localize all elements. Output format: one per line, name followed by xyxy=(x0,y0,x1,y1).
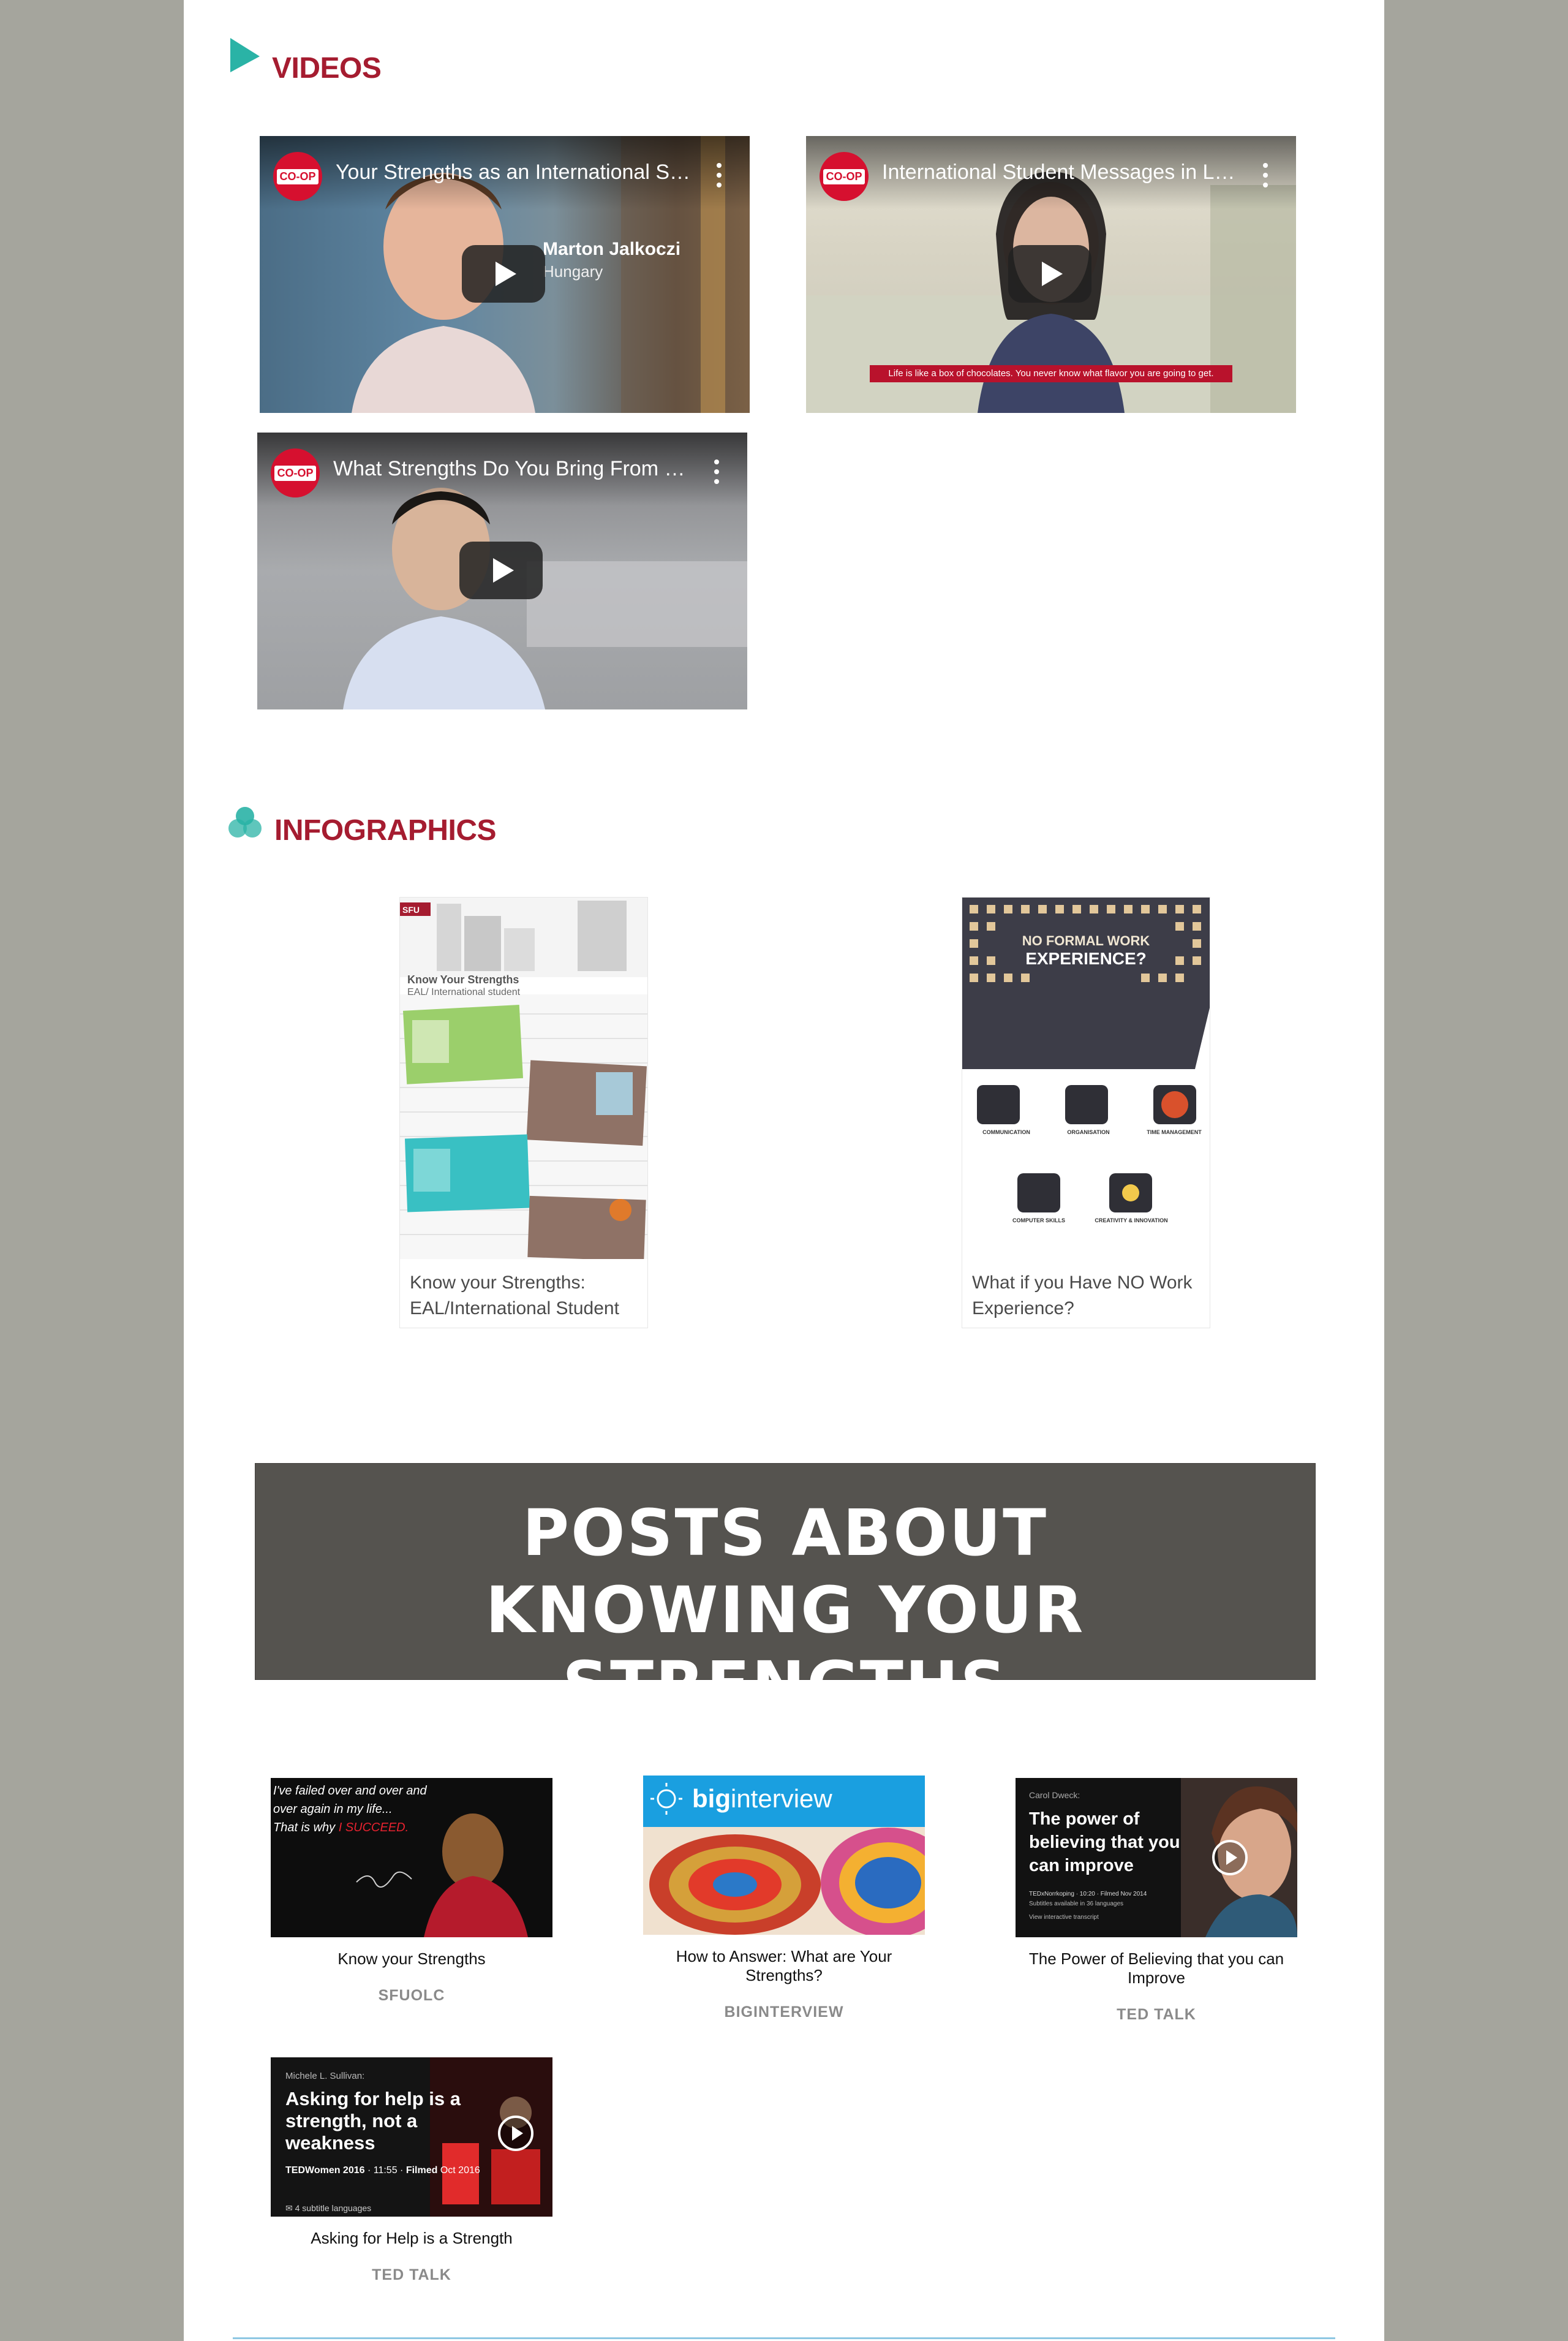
post-thumbnail[interactable]: I've failed over and over and over again… xyxy=(271,1778,552,1937)
posts-banner: POSTS ABOUT KNOWING YOUR STRENGTHS xyxy=(255,1463,1316,1722)
post-source: TED TALK xyxy=(1117,2006,1196,2023)
infographic-card-2[interactable]: NO FORMAL WORK EXPERIENCE? COMMUNICATION… xyxy=(962,897,1210,1328)
lower-third-name: Marton Jalkoczi xyxy=(543,239,681,259)
sfu-logo: SFU xyxy=(402,905,420,915)
video-subtitle: Life is like a box of chocolates. You ne… xyxy=(870,365,1232,382)
banner-line-1: POSTS ABOUT xyxy=(522,1496,1049,1570)
video-title[interactable]: International Student Messages in Lockdo… xyxy=(882,161,1237,184)
video-title[interactable]: What Strengths Do You Bring From Home xyxy=(333,457,688,481)
post-source: BIGINTERVIEW xyxy=(724,2003,844,2021)
play-button-icon[interactable] xyxy=(459,542,543,599)
infographic-inner-title: NO FORMAL WORK xyxy=(1022,933,1150,948)
infographics-heading: INFOGRAPHICS xyxy=(274,814,497,847)
infographic-inner-sub: EAL/ International student xyxy=(407,987,521,997)
post-thumbnail[interactable]: Carol Dweck: The power of believing that… xyxy=(1016,1778,1297,1937)
infographic-caption[interactable]: What if you Have NO Work Experience? xyxy=(972,1270,1205,1322)
more-options-icon[interactable] xyxy=(717,163,722,187)
play-circle-icon[interactable] xyxy=(1212,1839,1248,1876)
video-embed-1[interactable]: CO-OP Your Strengths as an International… xyxy=(260,136,750,413)
infographic-inner-title: Know Your Strengths xyxy=(407,974,519,986)
lower-third-sub: Hungary xyxy=(543,262,603,281)
skill-label: COMPUTER SKILLS xyxy=(1012,1217,1065,1223)
channel-logo[interactable]: CO-OP xyxy=(271,448,320,497)
skill-label: CREATIVITY & INNOVATION xyxy=(1095,1217,1168,1223)
post-thumbnail[interactable]: biginterview xyxy=(643,1776,925,1935)
post-thumbnail[interactable]: Michele L. Sullivan: Asking for help is … xyxy=(271,2057,552,2217)
post-card-1[interactable]: I've failed over and over and over again… xyxy=(271,1778,552,2005)
play-button-icon[interactable] xyxy=(462,245,545,303)
post-card-3[interactable]: Carol Dweck: The power of believing that… xyxy=(1016,1778,1297,2024)
skill-label: COMMUNICATION xyxy=(982,1129,1030,1135)
videos-heading: VIDEOS xyxy=(272,52,382,85)
post-title[interactable]: How to Answer: What are Your Strengths? xyxy=(643,1947,925,1985)
video-embed-3[interactable]: CO-OP What Strengths Do You Bring From H… xyxy=(257,433,747,709)
biginterview-logo: biginterview xyxy=(692,1784,832,1813)
channel-logo[interactable]: CO-OP xyxy=(820,152,869,201)
skill-label: ORGANISATION xyxy=(1067,1129,1110,1135)
post-source: SFUOLC xyxy=(378,1987,445,2004)
infographic-circles-icon xyxy=(228,807,262,838)
post-source: TED TALK xyxy=(372,2266,451,2283)
infographic-inner-title-2: EXPERIENCE? xyxy=(1025,949,1147,968)
skill-label: TIME MANAGEMENT xyxy=(1147,1129,1202,1135)
more-options-icon[interactable] xyxy=(714,460,719,484)
play-button-icon[interactable] xyxy=(1008,245,1091,303)
more-options-icon[interactable] xyxy=(1263,163,1268,187)
infographic-card-1[interactable]: Know Your Strengths EAL/ International s… xyxy=(399,897,648,1328)
page-content: VIDEOS CO-OP Your Strengths as an Intern… xyxy=(184,0,1384,2341)
post-card-4[interactable]: Michele L. Sullivan: Asking for help is … xyxy=(271,2057,552,2284)
post-title[interactable]: The Power of Believing that you can Impr… xyxy=(1016,1950,1297,1987)
banner-line-2: KNOWING YOUR STRENGTHS xyxy=(485,1573,1085,1722)
post-card-2[interactable]: biginterview How to Answer: What are You… xyxy=(643,1776,925,2021)
infographic-1-image xyxy=(400,898,647,1259)
play-circle-icon[interactable] xyxy=(497,2115,534,2152)
channel-logo[interactable]: CO-OP xyxy=(273,152,322,201)
post-title[interactable]: Asking for Help is a Strength xyxy=(271,2229,552,2248)
play-triangle-icon xyxy=(230,38,260,72)
post-title[interactable]: Know your Strengths xyxy=(271,1950,552,1968)
infographic-caption[interactable]: Know your Strengths: EAL/International S… xyxy=(410,1270,643,1322)
section-divider xyxy=(233,2337,1335,2339)
video-embed-2[interactable]: CO-OP International Student Messages in … xyxy=(806,136,1296,413)
video-title[interactable]: Your Strengths as an International Stude… xyxy=(336,161,691,184)
